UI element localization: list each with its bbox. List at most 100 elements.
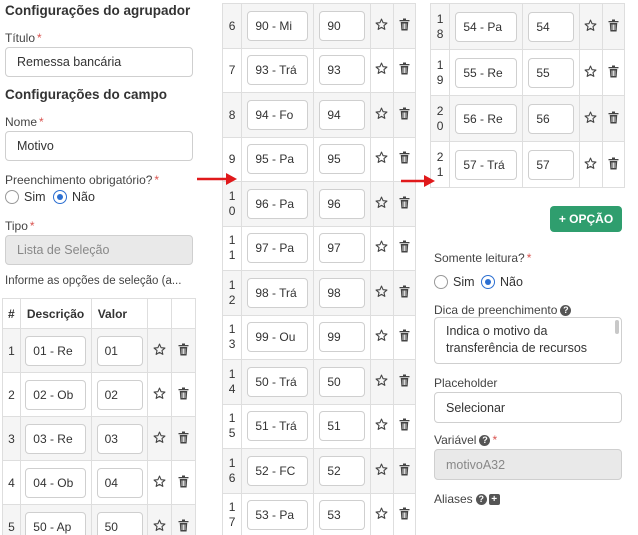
trash-icon[interactable] bbox=[399, 240, 410, 256]
option-value-input[interactable]: 98 bbox=[319, 277, 366, 308]
option-description-input[interactable]: 98 - Trá bbox=[247, 277, 309, 308]
variable-input[interactable]: motivoA32 bbox=[434, 449, 622, 480]
star-icon[interactable] bbox=[375, 329, 388, 345]
trash-icon[interactable] bbox=[399, 62, 410, 78]
option-value-input[interactable]: 03 bbox=[96, 423, 143, 454]
trash-icon[interactable] bbox=[178, 519, 189, 535]
trash-icon[interactable] bbox=[399, 107, 410, 123]
option-description-input[interactable]: 52 - FC bbox=[247, 455, 309, 486]
option-description-input[interactable]: 96 - Pa bbox=[247, 188, 309, 219]
option-description-input[interactable]: 53 - Pa bbox=[247, 500, 309, 531]
star-icon[interactable] bbox=[153, 519, 166, 535]
option-value-input[interactable]: 02 bbox=[96, 379, 143, 410]
star-icon[interactable] bbox=[153, 431, 166, 447]
option-description-input[interactable]: 55 - Re bbox=[455, 57, 518, 88]
option-description-input[interactable]: 01 - Re bbox=[25, 335, 87, 366]
star-icon[interactable] bbox=[375, 285, 388, 301]
option-value-input[interactable]: 93 bbox=[319, 55, 366, 86]
help-icon[interactable]: ? bbox=[475, 494, 487, 506]
trash-icon[interactable] bbox=[608, 65, 619, 81]
hint-textarea[interactable]: Indica o motivo da transferência de recu… bbox=[434, 317, 622, 364]
option-value-input[interactable]: 50 bbox=[96, 511, 143, 535]
option-value-input[interactable]: 04 bbox=[96, 467, 143, 498]
trash-icon[interactable] bbox=[399, 374, 410, 390]
option-description-input[interactable]: 95 - Pa bbox=[247, 144, 309, 175]
readonly-yes-radio[interactable] bbox=[434, 275, 448, 289]
option-value-input[interactable]: 97 bbox=[319, 233, 366, 264]
textarea-scrollbar[interactable] bbox=[615, 320, 619, 334]
option-value-input[interactable]: 01 bbox=[96, 335, 143, 366]
option-description-input[interactable]: 51 - Trá bbox=[247, 411, 309, 442]
star-icon[interactable] bbox=[375, 418, 388, 434]
option-value-input[interactable]: 96 bbox=[319, 188, 366, 219]
name-input[interactable]: Motivo bbox=[5, 131, 193, 161]
option-description-input[interactable]: 97 - Pa bbox=[247, 233, 309, 264]
trash-icon[interactable] bbox=[178, 387, 189, 403]
option-value-input[interactable]: 94 bbox=[319, 99, 366, 130]
star-icon[interactable] bbox=[375, 240, 388, 256]
option-value-input[interactable]: 55 bbox=[528, 57, 575, 88]
plus-square-icon[interactable]: + bbox=[488, 494, 500, 506]
star-icon[interactable] bbox=[375, 507, 388, 523]
option-value-input[interactable]: 95 bbox=[319, 144, 366, 175]
trash-icon[interactable] bbox=[399, 329, 410, 345]
trash-icon[interactable] bbox=[399, 463, 410, 479]
option-description-input[interactable]: 90 - Mi bbox=[247, 10, 309, 41]
option-value-input[interactable]: 51 bbox=[319, 411, 366, 442]
star-icon[interactable] bbox=[153, 343, 166, 359]
option-description-input[interactable]: 56 - Re bbox=[455, 103, 518, 134]
trash-icon[interactable] bbox=[608, 157, 619, 173]
required-no-radio[interactable] bbox=[53, 190, 67, 204]
add-option-button[interactable]: + OPÇÃO bbox=[550, 206, 622, 232]
option-description-input[interactable]: 57 - Trá bbox=[455, 149, 518, 180]
trash-icon[interactable] bbox=[399, 151, 410, 167]
trash-icon[interactable] bbox=[399, 418, 410, 434]
option-value-input[interactable]: 54 bbox=[528, 11, 575, 42]
option-description-input[interactable]: 94 - Fo bbox=[247, 99, 309, 130]
option-description-input[interactable]: 04 - Ob bbox=[25, 467, 87, 498]
trash-icon[interactable] bbox=[608, 111, 619, 127]
option-value-input[interactable]: 56 bbox=[528, 103, 575, 134]
help-icon[interactable]: ? bbox=[560, 305, 572, 317]
option-value-input[interactable]: 99 bbox=[319, 322, 366, 353]
trash-icon[interactable] bbox=[178, 343, 189, 359]
trash-icon[interactable] bbox=[608, 19, 619, 35]
star-icon[interactable] bbox=[375, 374, 388, 390]
star-icon[interactable] bbox=[584, 111, 597, 127]
option-value-input[interactable]: 50 bbox=[319, 366, 366, 397]
option-value-input[interactable]: 90 bbox=[319, 10, 366, 41]
star-icon[interactable] bbox=[153, 475, 166, 491]
star-icon[interactable] bbox=[375, 62, 388, 78]
trash-icon[interactable] bbox=[178, 431, 189, 447]
star-icon[interactable] bbox=[584, 157, 597, 173]
trash-icon[interactable] bbox=[399, 285, 410, 301]
option-description-input[interactable]: 02 - Ob bbox=[25, 379, 87, 410]
option-description-input[interactable]: 54 - Pa bbox=[455, 11, 518, 42]
star-icon[interactable] bbox=[375, 18, 388, 34]
type-select[interactable]: Lista de Seleção bbox=[5, 235, 193, 265]
required-yes-radio[interactable] bbox=[5, 190, 19, 204]
trash-icon[interactable] bbox=[399, 507, 410, 523]
readonly-no-radio[interactable] bbox=[481, 275, 495, 289]
option-value-input[interactable]: 52 bbox=[319, 455, 366, 486]
option-description-input[interactable]: 93 - Trá bbox=[247, 55, 309, 86]
title-input[interactable]: Remessa bancária bbox=[5, 47, 193, 77]
option-description-input[interactable]: 50 - Trá bbox=[247, 366, 309, 397]
star-icon[interactable] bbox=[375, 107, 388, 123]
star-icon[interactable] bbox=[375, 196, 388, 212]
star-icon[interactable] bbox=[153, 387, 166, 403]
help-icon[interactable]: ? bbox=[479, 435, 491, 447]
placeholder-input[interactable]: Selecionar bbox=[434, 392, 622, 423]
option-value-input[interactable]: 57 bbox=[528, 149, 575, 180]
trash-icon[interactable] bbox=[178, 475, 189, 491]
star-icon[interactable] bbox=[375, 463, 388, 479]
option-description-input[interactable]: 99 - Ou bbox=[247, 322, 309, 353]
star-icon[interactable] bbox=[584, 65, 597, 81]
trash-icon[interactable] bbox=[399, 18, 410, 34]
option-value-input[interactable]: 53 bbox=[319, 500, 366, 531]
option-description-input[interactable]: 50 - Ap bbox=[25, 511, 87, 535]
trash-icon[interactable] bbox=[399, 196, 410, 212]
star-icon[interactable] bbox=[375, 151, 388, 167]
option-description-input[interactable]: 03 - Re bbox=[25, 423, 87, 454]
star-icon[interactable] bbox=[584, 19, 597, 35]
